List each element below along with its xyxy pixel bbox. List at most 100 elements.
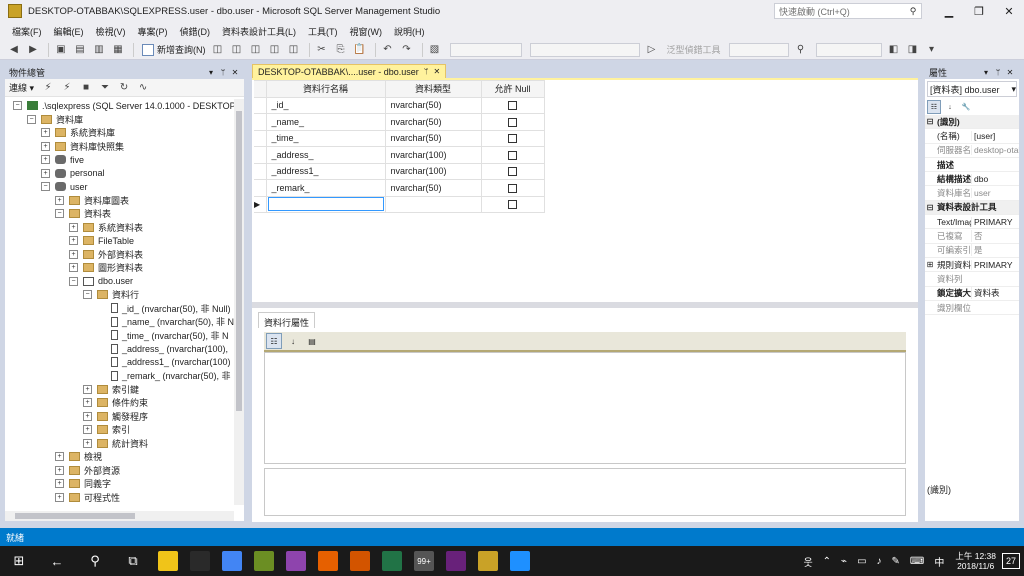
property-value[interactable]: [user] (971, 130, 1019, 141)
battery-icon[interactable]: ▭ (857, 556, 866, 567)
allow-null-checkbox[interactable] (508, 200, 517, 210)
collapse-icon[interactable]: − (13, 101, 22, 111)
menu-item[interactable]: 視窗(W) (344, 25, 389, 38)
property-category[interactable]: ⊟ (識別) (925, 115, 1019, 130)
db-query-icon[interactable]: ◫ (210, 42, 226, 58)
dropdown-icon[interactable]: ▾ (206, 68, 216, 77)
back-icon[interactable]: ◀ (6, 42, 22, 58)
allow-null-checkbox[interactable] (508, 183, 517, 193)
menu-item[interactable]: 工具(T) (302, 25, 344, 38)
minimize-button[interactable]: ▁ (934, 0, 964, 22)
property-row[interactable]: 伺服器名稱desktop-otabbak (925, 144, 1019, 158)
taskbar-app-icon[interactable] (158, 551, 178, 571)
collapse-icon[interactable]: ⊟ (925, 203, 935, 212)
new-query-button[interactable]: 新增查詢(N) (138, 43, 210, 56)
start-icon[interactable]: ▷ (644, 42, 660, 58)
property-row[interactable]: 結構描述 dbo (925, 172, 1019, 187)
stop-icon[interactable]: ■ (78, 80, 94, 96)
scroll-thumb[interactable] (15, 513, 135, 519)
taskbar-app-icon[interactable]: 99+ (414, 551, 434, 571)
tab-dbo-user[interactable]: DESKTOP-OTABBAK\....user - dbo.user ᛘ ✕ (252, 64, 447, 79)
allow-null-checkbox[interactable] (508, 101, 517, 111)
allow-null-cell[interactable] (480, 195, 545, 213)
data-type-cell[interactable]: nvarchar(50) (384, 179, 482, 197)
tree-node[interactable]: − 資料庫 (5, 113, 234, 127)
data-type-cell[interactable]: nvarchar(100) (384, 162, 482, 180)
collapse-icon[interactable]: − (55, 209, 64, 219)
tree-node[interactable]: − dbo.user (5, 275, 234, 289)
expand-icon[interactable]: + (55, 479, 64, 489)
property-value[interactable]: 資料表 (971, 287, 1019, 300)
column-properties-grid[interactable] (264, 352, 906, 464)
menu-item[interactable]: 專案(P) (132, 25, 174, 38)
show-hidden-icons-icon[interactable]: ⌃ (823, 556, 831, 567)
taskbar-app-icon[interactable] (254, 551, 274, 571)
data-type-cell[interactable]: nvarchar(50) (384, 129, 482, 147)
tree-node[interactable]: + 可程式性 (5, 491, 234, 505)
tree-node[interactable]: + 索引 (5, 423, 234, 437)
tree-node[interactable]: + five (5, 153, 234, 167)
expand-icon[interactable]: + (83, 425, 92, 435)
solution-config-combo[interactable] (529, 42, 640, 57)
expand-icon[interactable]: + (41, 128, 50, 138)
tree-node[interactable]: + personal (5, 167, 234, 181)
allow-null-cell[interactable] (480, 129, 545, 147)
menu-item[interactable]: 說明(H) (388, 25, 431, 38)
table-row[interactable]: _address_ nvarchar(100) (254, 146, 545, 164)
property-value[interactable]: dbo (971, 173, 1019, 184)
menu-item[interactable]: 偵錯(D) (174, 25, 217, 38)
tree-node[interactable]: − 資料表 (5, 207, 234, 221)
find-combo[interactable] (815, 42, 882, 57)
allow-null-cell[interactable] (480, 179, 545, 197)
table-row[interactable]: _address1_ nvarchar(100) (254, 162, 545, 180)
tree-node[interactable]: + 資料庫圖表 (5, 194, 234, 208)
table-row[interactable]: _id_ nvarchar(50) (254, 96, 545, 114)
undo-icon[interactable]: ↶ (380, 42, 396, 58)
property-row[interactable]: 識別欄位 (925, 301, 1019, 316)
expand-icon[interactable]: + (55, 452, 64, 462)
property-row[interactable]: 資料列 (925, 272, 1019, 287)
generic-debugger-label[interactable]: 泛型偵錯工具 (663, 43, 725, 56)
column-name-input[interactable] (267, 197, 384, 212)
allow-null-cell[interactable] (480, 162, 545, 180)
property-pages-icon[interactable]: ▤ (304, 333, 320, 349)
tree-node[interactable]: + 同義字 (5, 477, 234, 491)
tree-node[interactable]: + 系統資料表 (5, 221, 234, 235)
property-category[interactable]: ⊟ 資料表設計工具 (925, 200, 1019, 216)
allow-null-cell[interactable] (480, 96, 545, 114)
collapse-icon[interactable]: ⊟ (925, 117, 935, 126)
expand-icon[interactable]: + (41, 155, 50, 165)
save-icon[interactable]: ▥ (91, 42, 107, 58)
column-name-cell[interactable]: _name_ (265, 113, 386, 131)
taskbar-app-icon[interactable] (478, 551, 498, 571)
taskbar-app-icon[interactable] (382, 551, 402, 571)
row-selector[interactable] (254, 162, 267, 180)
people-icon[interactable]: 웃 (803, 554, 812, 569)
expand-icon[interactable]: + (83, 384, 92, 394)
menu-item[interactable]: 編輯(E) (48, 25, 90, 38)
paste-icon[interactable]: 📋 (352, 42, 368, 58)
debug-target-combo[interactable] (728, 42, 789, 57)
expand-icon[interactable]: + (69, 263, 78, 273)
new-row[interactable]: ▶ (254, 195, 545, 213)
property-value[interactable]: 否 (971, 230, 1019, 243)
pen-icon[interactable]: ✎ (892, 556, 900, 567)
property-value[interactable]: PRIMARY (971, 216, 1019, 227)
row-selector[interactable] (254, 179, 267, 197)
tree-node[interactable]: + 外部資料表 (5, 248, 234, 262)
expand-icon[interactable]: ⊞ (925, 260, 935, 269)
restore-button[interactable]: ❐ (964, 0, 994, 22)
tree-node[interactable]: − 資料行 (5, 288, 234, 302)
collapse-icon[interactable]: − (41, 182, 50, 192)
copy-icon[interactable]: ⎘ (333, 42, 349, 58)
activity-monitor-icon[interactable]: ∿ (135, 80, 151, 96)
allow-null-checkbox[interactable] (508, 150, 517, 160)
tree-node[interactable]: + 檢視 (5, 450, 234, 464)
filter-icon[interactable]: ⏷ (97, 80, 113, 96)
property-value[interactable]: user (971, 188, 1019, 199)
toolbox-icon[interactable]: ◨ (905, 42, 921, 58)
close-icon[interactable]: ✕ (1005, 68, 1015, 77)
input-language[interactable]: 中 (934, 554, 944, 569)
taskbar-app-icon[interactable] (286, 551, 306, 571)
data-type-cell[interactable]: nvarchar(50) (384, 96, 482, 114)
